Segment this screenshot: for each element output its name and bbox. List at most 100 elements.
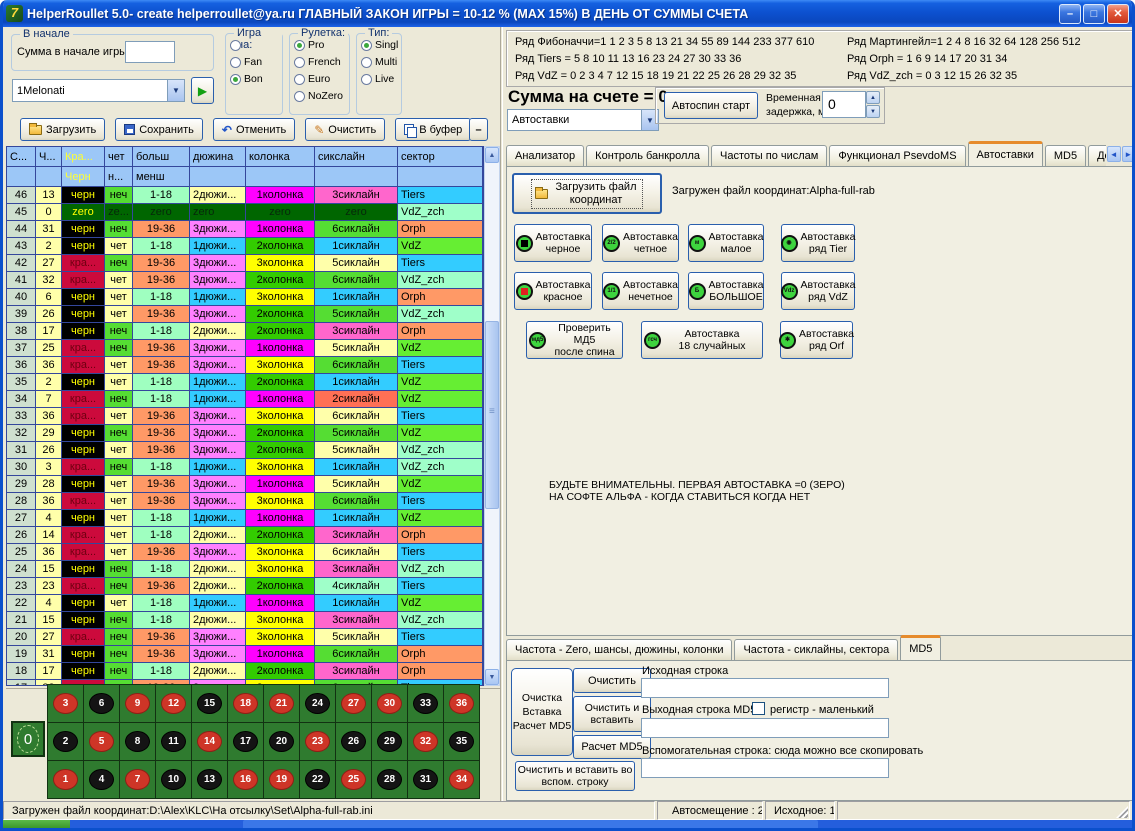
- roulette-cell-22[interactable]: 22: [300, 761, 335, 798]
- roulette-cell-2[interactable]: 2: [48, 723, 83, 760]
- roulette-cell-31[interactable]: 31: [408, 761, 443, 798]
- tab-делени[interactable]: Делени: [1088, 145, 1106, 166]
- radio-option-fan[interactable]: Fan: [230, 56, 282, 68]
- table-row[interactable]: 4227кра...неч19-363дюжи...3колонка5сикла…: [7, 255, 483, 272]
- stepper-down-icon[interactable]: ▼: [866, 105, 880, 118]
- autobet-button-малое[interactable]: мАвтоставкамалое: [688, 224, 764, 262]
- autobet-button-18-случайных[interactable]: гсчАвтоставка18 случайных: [641, 321, 763, 359]
- table-row[interactable]: 2836кра...чет19-363дюжи...3колонка6сикла…: [7, 493, 483, 510]
- roulette-cell-12[interactable]: 12: [156, 685, 191, 722]
- roulette-zero-cell[interactable]: 0: [11, 721, 45, 757]
- table-row[interactable]: 2415черннеч1-182дюжи...3колонка3сиклайнV…: [7, 561, 483, 578]
- table-row[interactable]: 352чернчет1-181дюжи...2колонка1сиклайнVd…: [7, 374, 483, 391]
- roulette-cell-3[interactable]: 3: [48, 685, 83, 722]
- bottom-tab-частота-сиклайны-сектора[interactable]: Частота - сиклайны, сектора: [734, 639, 898, 660]
- radio-icon[interactable]: [361, 57, 372, 68]
- autobet-button-нечетное[interactable]: 1/1Автоставканечетное: [602, 272, 679, 310]
- radio-option-multi[interactable]: Multi: [361, 56, 401, 68]
- table-row[interactable]: 4132кра...чет19-363дюжи...2колонка6сикла…: [7, 272, 483, 289]
- autobet-button-четное[interactable]: 2/2Автоставкачетное: [602, 224, 679, 262]
- table-scrollbar[interactable]: ▲ ▼: [484, 146, 500, 686]
- md5-clear-paste-calc-button[interactable]: Очистка Вставка Расчет MD5: [511, 668, 573, 756]
- roulette-cell-5[interactable]: 5: [84, 723, 119, 760]
- close-button[interactable]: ✕: [1107, 4, 1129, 24]
- save-button[interactable]: Сохранить: [115, 118, 203, 141]
- radio-icon[interactable]: [294, 57, 305, 68]
- table-row[interactable]: 303кра...неч1-181дюжи...3колонка1сиклайн…: [7, 459, 483, 476]
- autobet-button-ряд-orf[interactable]: ✱Автоставкаряд Orf: [780, 321, 853, 359]
- roulette-cell-29[interactable]: 29: [372, 723, 407, 760]
- profile-dropdown[interactable]: 1Melonati ▼: [12, 79, 185, 102]
- autobets-dropdown[interactable]: Автоставки ▼: [507, 109, 659, 131]
- table-row[interactable]: 432чернчет1-181дюжи...2колонка1сиклайнVd…: [7, 238, 483, 255]
- table-row[interactable]: 2027кра...неч19-363дюжи...3колонка5сикла…: [7, 629, 483, 646]
- roulette-cell-10[interactable]: 10: [156, 761, 191, 798]
- roulette-cell-21[interactable]: 21: [264, 685, 299, 722]
- stepper-up-icon[interactable]: ▲: [866, 91, 880, 104]
- radio-icon[interactable]: [294, 91, 305, 102]
- output-string-input[interactable]: [641, 718, 889, 738]
- bottom-tab-частота-zero-шансы-дюжины-колонки[interactable]: Частота - Zero, шансы, дюжины, колонки: [506, 639, 732, 660]
- roulette-cell-35[interactable]: 35: [444, 723, 479, 760]
- table-row[interactable]: 3336кра...чет19-363дюжи...3колонка6сикла…: [7, 408, 483, 425]
- tab-scroll-left-icon[interactable]: ◄: [1107, 146, 1121, 162]
- roulette-cell-27[interactable]: 27: [336, 685, 371, 722]
- minimize-button[interactable]: –: [1059, 4, 1081, 24]
- roulette-cell-30[interactable]: 30: [372, 685, 407, 722]
- table-row[interactable]: 2536кра...чет19-363дюжи...3колонка6сикла…: [7, 544, 483, 561]
- radio-option-singl[interactable]: Singl: [361, 39, 401, 51]
- clear-button[interactable]: ✎ Очистить: [305, 118, 385, 141]
- roulette-cell-33[interactable]: 33: [408, 685, 443, 722]
- md5-clear-paste-button[interactable]: Очистить и вставить: [573, 696, 651, 732]
- copy-to-buffer-button[interactable]: В буфер: [395, 118, 471, 141]
- radio-option-french[interactable]: French: [294, 56, 349, 68]
- autobet-button-ряд-tier[interactable]: ◉Автоставкаряд Tier: [781, 224, 855, 262]
- roulette-cell-9[interactable]: 9: [120, 685, 155, 722]
- aux-string-input[interactable]: [641, 758, 889, 778]
- scroll-up-icon[interactable]: ▲: [485, 147, 499, 163]
- table-row[interactable]: 1931черннеч19-363дюжи...1колонка6сиклайн…: [7, 646, 483, 663]
- tab-функционал-psevdoms[interactable]: Функционал PsevdoMS: [829, 145, 965, 166]
- tab-анализатор[interactable]: Анализатор: [506, 145, 584, 166]
- roulette-cell-14[interactable]: 14: [192, 723, 227, 760]
- collapse-button[interactable]: –: [469, 118, 488, 141]
- radio-icon[interactable]: [294, 74, 305, 85]
- radio-option-live[interactable]: Live: [361, 73, 401, 85]
- start-sum-input[interactable]: [125, 41, 175, 63]
- bottom-tab-md5[interactable]: MD5: [900, 635, 941, 660]
- delay-input[interactable]: 0: [822, 91, 866, 118]
- radio-icon[interactable]: [230, 74, 241, 85]
- roulette-cell-11[interactable]: 11: [156, 723, 191, 760]
- table-row[interactable]: 3636кра...чет19-363дюжи...3колонка6сикла…: [7, 357, 483, 374]
- radio-option-bon[interactable]: Bon: [230, 73, 282, 85]
- roulette-cell-18[interactable]: 18: [228, 685, 263, 722]
- load-button[interactable]: Загрузить: [20, 118, 105, 141]
- table-row[interactable]: 3817черннеч1-182дюжи...2колонка3сиклайнO…: [7, 323, 483, 340]
- roulette-cell-34[interactable]: 34: [444, 761, 479, 798]
- tab-контроль-банкролла[interactable]: Контроль банкролла: [586, 145, 709, 166]
- radio-icon[interactable]: [230, 40, 241, 51]
- table-row[interactable]: 3229черннеч19-363дюжи...2колонка5сиклайн…: [7, 425, 483, 442]
- tab-частоты-по-числам[interactable]: Частоты по числам: [711, 145, 827, 166]
- table-row[interactable]: 4431черннеч19-363дюжи...1колонка6сиклайн…: [7, 221, 483, 238]
- resize-grip[interactable]: [1116, 806, 1128, 818]
- radio-option-euro[interactable]: Euro: [294, 73, 349, 85]
- start-button[interactable]: [0, 820, 70, 831]
- table-row[interactable]: 3126чернчет19-363дюжи...2колонка5сиклайн…: [7, 442, 483, 459]
- table-row[interactable]: 406чернчет1-181дюжи...3колонка1сиклайнOr…: [7, 289, 483, 306]
- roulette-cell-15[interactable]: 15: [192, 685, 227, 722]
- roulette-cell-17[interactable]: 17: [228, 723, 263, 760]
- roulette-cell-36[interactable]: 36: [444, 685, 479, 722]
- autobet-button-ряд-vdz[interactable]: VdzАвтоставкаряд VdZ: [781, 272, 855, 310]
- table-row[interactable]: 274чернчет1-181дюжи...1колонка1сиклайнVd…: [7, 510, 483, 527]
- autospin-start-button[interactable]: Автоспин старт: [664, 92, 758, 119]
- roulette-cell-25[interactable]: 25: [336, 761, 371, 798]
- table-row[interactable]: 2323кра...неч19-362дюжи...2колонка4сикла…: [7, 578, 483, 595]
- table-row[interactable]: 2614кра...чет1-182дюжи...2колонка3сиклай…: [7, 527, 483, 544]
- table-row[interactable]: 3725кра...неч19-363дюжи...1колонка5сикла…: [7, 340, 483, 357]
- md5-clear-button[interactable]: Очистить: [573, 668, 651, 693]
- roulette-cell-16[interactable]: 16: [228, 761, 263, 798]
- taskbar-app-button[interactable]: [243, 820, 818, 831]
- source-string-input[interactable]: [641, 678, 889, 698]
- register-checkbox[interactable]: [752, 702, 765, 715]
